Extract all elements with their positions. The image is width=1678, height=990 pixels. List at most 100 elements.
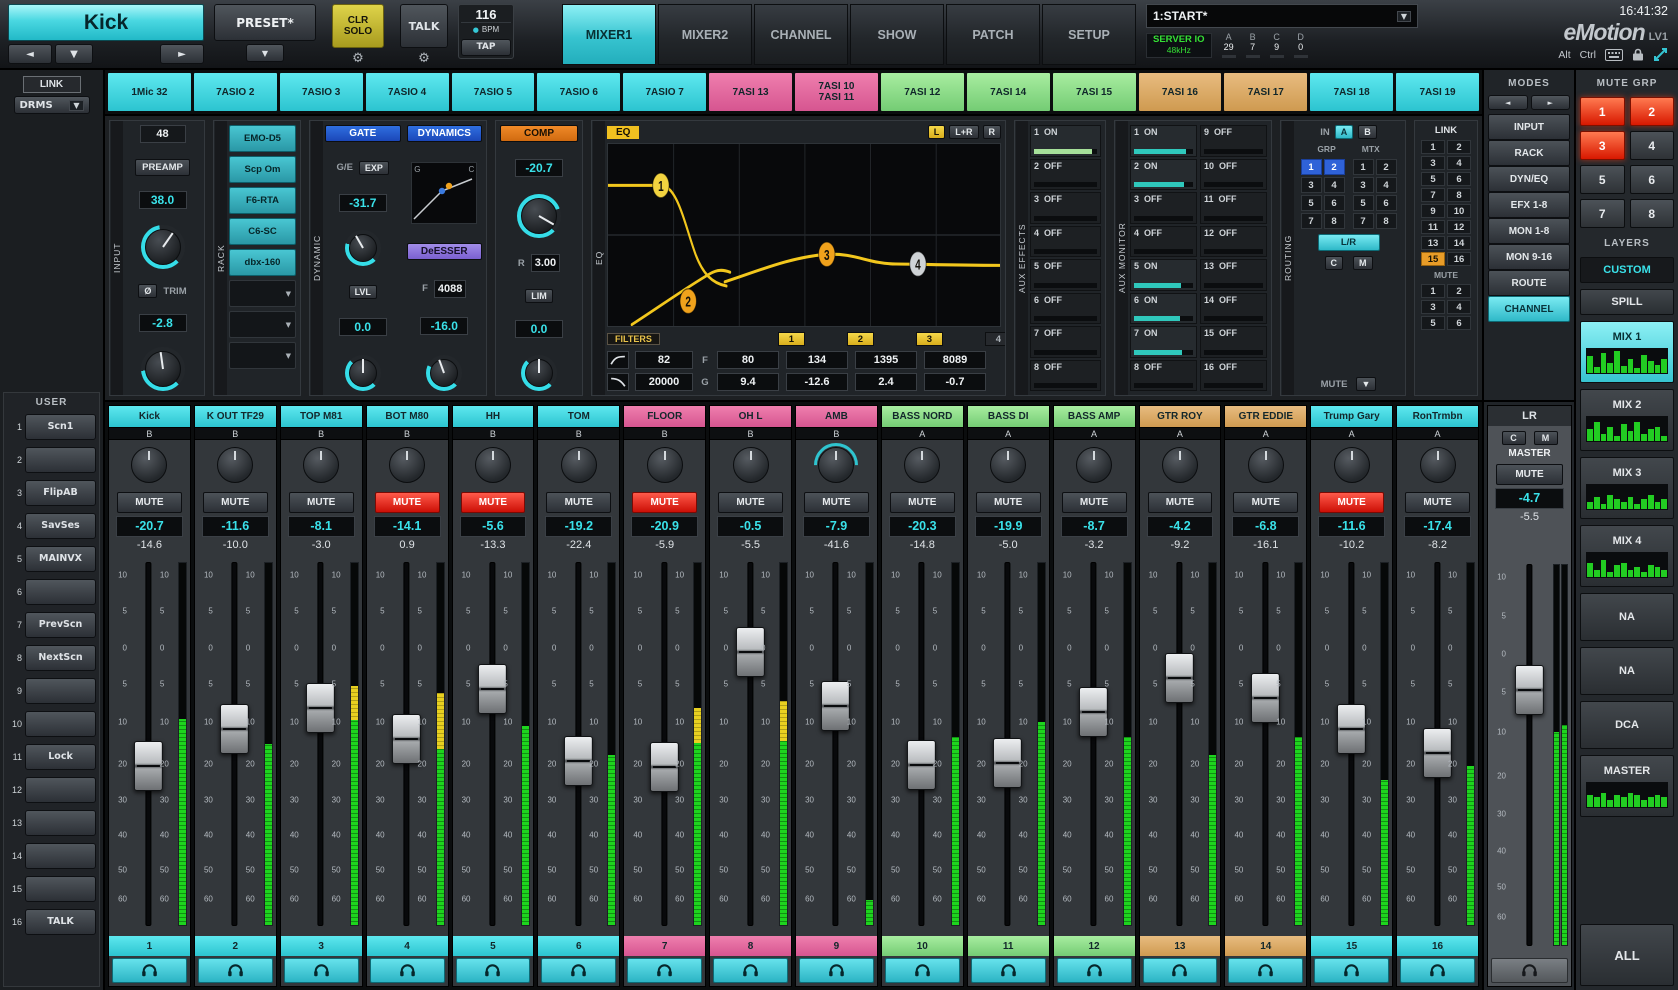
channel-name[interactable]: BASS NORD bbox=[882, 406, 963, 427]
link-cell[interactable]: 10 bbox=[1447, 204, 1471, 218]
layer-spill-button[interactable]: SPILL bbox=[1580, 289, 1674, 315]
master-mute-button[interactable]: MUTE bbox=[1496, 464, 1563, 485]
aux-effects-send[interactable]: 3OFF bbox=[1030, 192, 1101, 224]
eq-band-gain-value[interactable]: -12.6 bbox=[786, 373, 848, 391]
group-assign-cell[interactable]: 2 bbox=[1324, 159, 1345, 175]
channel-name[interactable]: RonTrmbn bbox=[1397, 406, 1478, 427]
io-assignment[interactable]: 7ASIO 4 bbox=[366, 73, 449, 111]
user-assign-button[interactable] bbox=[25, 711, 96, 737]
fader-track[interactable] bbox=[232, 562, 238, 926]
mute-button[interactable]: MUTE bbox=[546, 492, 611, 513]
pan-knob[interactable] bbox=[624, 440, 705, 490]
io-assignment[interactable]: 1Mic 32 bbox=[108, 73, 191, 111]
aux-effects-send[interactable]: 2OFF bbox=[1030, 159, 1101, 191]
mute-button[interactable]: MUTE bbox=[1233, 492, 1298, 513]
user-assign-button[interactable] bbox=[25, 777, 96, 803]
session-selector[interactable]: 1:START* ▼ bbox=[1146, 4, 1418, 28]
master-center-button[interactable]: C bbox=[1502, 431, 1526, 445]
user-assign-button[interactable] bbox=[25, 678, 96, 704]
layer-button-dca[interactable]: DCA bbox=[1580, 701, 1674, 749]
pan-knob[interactable] bbox=[968, 440, 1049, 490]
aux-effects-send[interactable]: 5OFF bbox=[1030, 259, 1101, 291]
io-assignment[interactable]: 7ASI 18 bbox=[1310, 73, 1393, 111]
fader-track[interactable] bbox=[318, 562, 324, 926]
layer-button-master[interactable]: MASTER bbox=[1580, 755, 1674, 817]
link-cell[interactable]: 16 bbox=[1447, 252, 1471, 266]
layer-button-mix-1[interactable]: MIX 1 bbox=[1580, 321, 1674, 383]
comp-ratio-value[interactable]: 3.00 bbox=[531, 254, 560, 272]
gate-threshold-knob[interactable] bbox=[345, 230, 381, 266]
hpf-frequency-value[interactable]: 82 bbox=[635, 351, 693, 369]
matrix-assign-cell[interactable]: 1 bbox=[1353, 159, 1374, 175]
layer-button-na[interactable]: NA bbox=[1580, 647, 1674, 695]
channel-name[interactable]: OH L bbox=[710, 406, 791, 427]
lock-icon[interactable] bbox=[1632, 48, 1644, 61]
pan-knob[interactable] bbox=[281, 440, 362, 490]
link-cell[interactable]: 3 bbox=[1421, 156, 1445, 170]
link-cell[interactable]: 15 bbox=[1421, 252, 1445, 266]
monitor-send[interactable]: 11OFF bbox=[1200, 192, 1267, 224]
io-assignment[interactable]: 7ASI 16 bbox=[1139, 73, 1222, 111]
rack-plugin-slot[interactable]: Scp Om ▼ bbox=[229, 156, 296, 183]
gate-header-button[interactable]: GATE bbox=[325, 125, 401, 142]
monitor-send[interactable]: 3OFF bbox=[1130, 192, 1197, 224]
user-assign-button[interactable] bbox=[25, 447, 96, 473]
link-cell[interactable]: 12 bbox=[1447, 220, 1471, 234]
talk-button[interactable]: TALK bbox=[400, 4, 448, 48]
headphone-button[interactable] bbox=[713, 958, 788, 983]
mute-button[interactable]: MUTE bbox=[375, 492, 440, 513]
io-assignment[interactable]: 7ASIO 2 bbox=[194, 73, 277, 111]
eq-left-button[interactable]: L bbox=[928, 125, 946, 139]
headphone-button[interactable] bbox=[1228, 958, 1303, 983]
channel-name[interactable]: FLOOR bbox=[624, 406, 705, 427]
eq-band-gain-value[interactable]: -0.7 bbox=[924, 373, 986, 391]
eq-band-frequency-value[interactable]: 134 bbox=[786, 351, 848, 369]
master-fader-track[interactable] bbox=[1526, 564, 1532, 946]
mode-button[interactable]: MON 1-8 bbox=[1488, 218, 1570, 244]
mode-button[interactable]: MON 9-16 bbox=[1488, 244, 1570, 270]
matrix-assign-cell[interactable]: 5 bbox=[1353, 195, 1374, 211]
preamp-gain-knob[interactable] bbox=[141, 225, 185, 269]
mute-button[interactable]: MUTE bbox=[461, 492, 526, 513]
fader-track[interactable] bbox=[1348, 562, 1354, 926]
mute-group-button[interactable]: 1 bbox=[1580, 97, 1625, 126]
matrix-assign-cell[interactable]: 8 bbox=[1376, 213, 1397, 229]
mode-button[interactable]: INPUT bbox=[1488, 114, 1570, 140]
fader-track[interactable] bbox=[1262, 562, 1268, 926]
fader-track[interactable] bbox=[489, 562, 495, 926]
rack-plugin-slot[interactable]: F6-RTA ▼ bbox=[229, 187, 296, 214]
main-tab[interactable]: MIXER2 bbox=[658, 4, 752, 65]
routing-mono-button[interactable]: M bbox=[1353, 256, 1373, 270]
monitor-send[interactable]: 5ON bbox=[1130, 259, 1197, 291]
link-mute-cell[interactable]: 4 bbox=[1447, 300, 1471, 314]
channel-name[interactable]: Trump Gary bbox=[1311, 406, 1392, 427]
mute-button[interactable]: MUTE bbox=[976, 492, 1041, 513]
group-assign-cell[interactable]: 4 bbox=[1324, 177, 1345, 193]
io-assignment[interactable]: 7ASI 17 bbox=[1224, 73, 1307, 111]
mute-button[interactable]: MUTE bbox=[1062, 492, 1127, 513]
headphone-button[interactable] bbox=[456, 958, 531, 983]
layer-button-na[interactable]: NA bbox=[1580, 593, 1674, 641]
monitor-send[interactable]: 2ON bbox=[1130, 159, 1197, 191]
user-assign-button[interactable]: MAINVX bbox=[25, 546, 96, 572]
group-assign-cell[interactable]: 8 bbox=[1324, 213, 1345, 229]
headphone-button[interactable] bbox=[284, 958, 359, 983]
channel-name[interactable]: GTR EDDIE bbox=[1225, 406, 1306, 427]
monitor-send[interactable]: 7ON bbox=[1130, 326, 1197, 358]
prev-channel-button[interactable]: ◄ bbox=[8, 44, 52, 64]
group-assign-cell[interactable]: 6 bbox=[1324, 195, 1345, 211]
headphone-button[interactable] bbox=[971, 958, 1046, 983]
expander-button[interactable]: EXP bbox=[359, 161, 389, 175]
mode-button[interactable]: RACK bbox=[1488, 140, 1570, 166]
eq-band-frequency-value[interactable]: 8089 bbox=[924, 351, 986, 369]
eq-band-frequency-value[interactable]: 1395 bbox=[855, 351, 917, 369]
link-cell[interactable]: 2 bbox=[1447, 140, 1471, 154]
mute-button[interactable]: MUTE bbox=[117, 492, 182, 513]
channel-name[interactable]: HH bbox=[453, 406, 534, 427]
group-assign-cell[interactable]: 7 bbox=[1301, 213, 1322, 229]
fader-track[interactable] bbox=[575, 562, 581, 926]
headphone-button[interactable] bbox=[198, 958, 273, 983]
io-assignment[interactable]: 7ASI 15 bbox=[1053, 73, 1136, 111]
monitor-send[interactable]: 1ON bbox=[1130, 125, 1197, 157]
preset-button[interactable]: PRESET* bbox=[214, 4, 316, 41]
